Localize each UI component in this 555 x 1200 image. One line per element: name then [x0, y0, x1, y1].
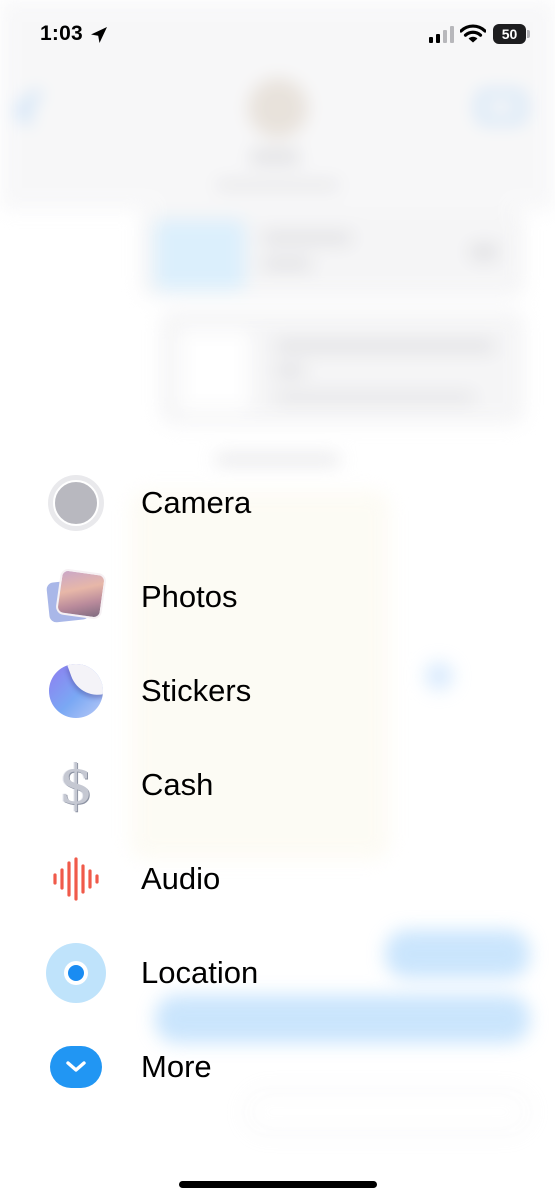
status-time: 1:03 — [40, 22, 83, 45]
menu-item-photos[interactable]: Photos — [40, 557, 510, 637]
status-bar: 1:03 50 — [0, 0, 555, 70]
preview-text-line — [262, 232, 352, 244]
file-attachment-thumbnail — [180, 330, 250, 410]
cash-symbol: $ — [58, 753, 94, 816]
home-indicator[interactable] — [179, 1181, 377, 1188]
cash-dollar-icon: $ — [46, 755, 106, 815]
link-preview-thumbnail — [155, 220, 245, 290]
menu-item-cash[interactable]: $ Cash — [40, 745, 510, 825]
menu-item-stickers[interactable]: Stickers — [40, 651, 510, 731]
file-name-line — [275, 340, 495, 352]
menu-item-label: Stickers — [141, 673, 252, 708]
menu-item-camera[interactable]: Camera — [40, 463, 510, 543]
stickers-icon — [46, 661, 106, 721]
battery-icon: 50 — [493, 24, 526, 44]
wifi-icon — [460, 24, 486, 43]
menu-item-label: Camera — [141, 485, 252, 520]
contact-subtitle-placeholder — [215, 180, 340, 190]
menu-item-audio[interactable]: Audio — [40, 839, 510, 919]
menu-item-label: Audio — [141, 861, 221, 896]
file-meta-line — [275, 393, 475, 402]
contact-avatar — [248, 78, 308, 138]
photos-icon — [46, 567, 107, 627]
contact-name-placeholder — [250, 150, 300, 164]
audio-waveform-icon — [46, 849, 106, 909]
location-icon — [46, 943, 106, 1003]
menu-item-label: Photos — [141, 579, 238, 614]
camera-shutter-icon — [46, 473, 106, 533]
facetime-video-icon — [478, 92, 524, 122]
menu-item-label: Cash — [141, 767, 214, 802]
battery-level: 50 — [501, 26, 518, 42]
menu-item-more[interactable]: More — [40, 1027, 510, 1107]
preview-badge — [470, 244, 498, 260]
menu-item-label: More — [141, 1049, 212, 1084]
cellular-signal-icon — [429, 26, 454, 43]
chevron-down-icon — [46, 1037, 106, 1097]
menu-item-location[interactable]: Location — [40, 933, 510, 1013]
preview-text-line — [262, 258, 312, 270]
file-name-line — [275, 365, 305, 377]
battery-cap — [527, 30, 530, 38]
location-services-arrow-icon — [91, 27, 107, 43]
menu-item-label: Location — [141, 955, 259, 990]
